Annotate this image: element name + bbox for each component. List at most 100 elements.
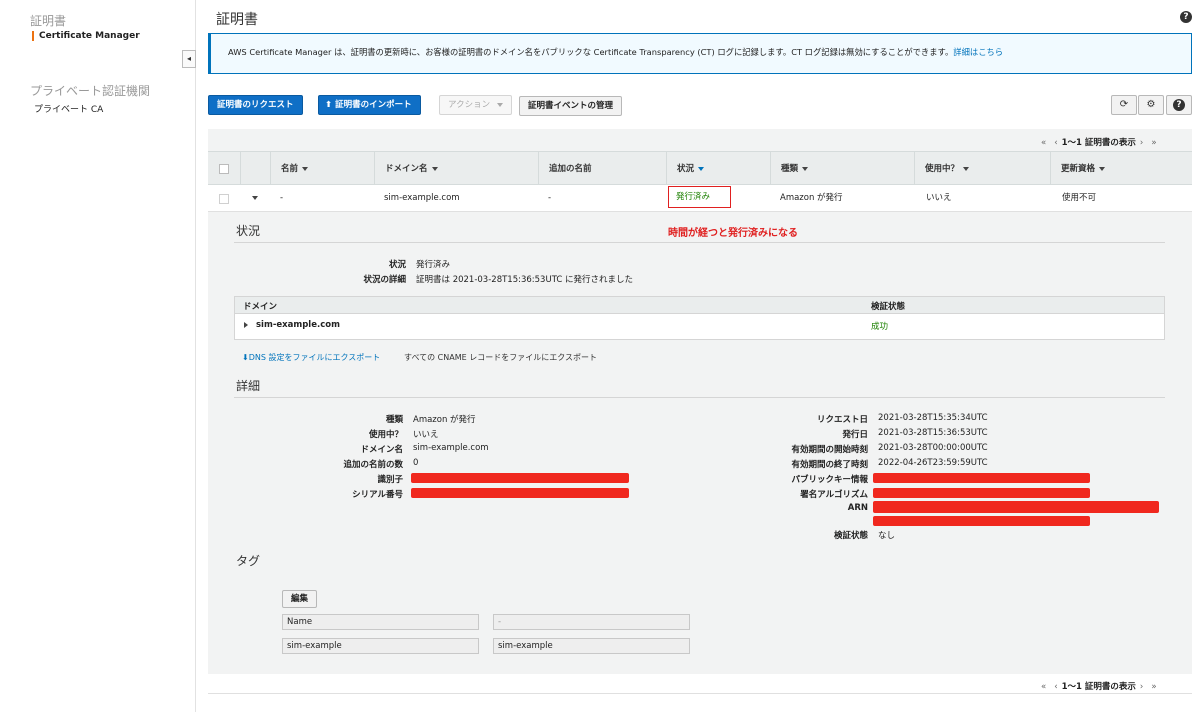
learn-more-link[interactable]: 詳細はこちら bbox=[953, 47, 1003, 57]
sort-caret-icon bbox=[802, 166, 809, 171]
last-page-icon[interactable]: » bbox=[1151, 682, 1156, 692]
tags-section-title: タグ bbox=[236, 554, 261, 568]
detail-not-after-key: 有効期間の終了時刻 bbox=[791, 460, 868, 470]
detail-identifier-key: 識別子 bbox=[377, 475, 403, 485]
cell-domain: sim-example.com bbox=[384, 193, 460, 203]
tag-value-header: - bbox=[493, 614, 690, 630]
cell-name: - bbox=[280, 193, 284, 203]
column-renewal-label: 更新資格 bbox=[1061, 164, 1096, 174]
edit-tags-button[interactable]: 編集 bbox=[282, 590, 318, 608]
detail-issued-date-key: 発行日 bbox=[842, 430, 868, 440]
domain-header: ドメイン bbox=[243, 302, 278, 312]
request-certificate-button[interactable]: 証明書のリクエスト bbox=[208, 95, 303, 115]
column-in-use[interactable]: 使用中？ bbox=[914, 152, 1050, 186]
table-header: 名前 ドメイン名 追加の名前 状況 種類 使用中？ 更新資格 bbox=[208, 151, 1192, 186]
column-renewal[interactable]: 更新資格 bbox=[1050, 152, 1192, 186]
chevron-right-icon[interactable] bbox=[244, 322, 248, 328]
column-additional-names: 追加の名前 bbox=[538, 152, 666, 186]
detail-domain-value: sim-example.com bbox=[413, 443, 489, 453]
status-section-title: 状況 bbox=[236, 224, 261, 238]
export-dns-label: DNS 設定をファイルにエクスポート bbox=[248, 353, 381, 362]
detail-type-key: 種類 bbox=[385, 415, 403, 425]
domain-row[interactable]: sim-example.com 成功 bbox=[235, 314, 1164, 339]
sidebar-section-certificates: 証明書 bbox=[30, 14, 67, 28]
validation-header: 検証状態 bbox=[871, 302, 906, 312]
column-type-label: 種類 bbox=[781, 164, 799, 174]
column-in-use-label: 使用中？ bbox=[925, 164, 960, 174]
redacted-arn-line1 bbox=[873, 501, 1159, 513]
detail-not-before-key: 有効期間の開始時刻 bbox=[791, 445, 868, 455]
prev-page-icon[interactable]: ‹ bbox=[1054, 138, 1057, 148]
first-page-icon[interactable]: « bbox=[1041, 138, 1046, 148]
tag-key-field: sim-example bbox=[282, 638, 479, 654]
cell-type: Amazon が発行 bbox=[780, 193, 843, 203]
detail-not-after-value: 2022-04-26T23:59:59UTC bbox=[878, 458, 988, 468]
details-section-title: 詳細 bbox=[236, 379, 261, 393]
redacted-identifier bbox=[411, 473, 629, 483]
detail-type-value: Amazon が発行 bbox=[413, 415, 476, 425]
prev-page-icon[interactable]: ‹ bbox=[1054, 682, 1057, 692]
next-page-icon[interactable]: › bbox=[1140, 138, 1143, 148]
column-domain[interactable]: ドメイン名 bbox=[374, 152, 538, 186]
detail-validation-key: 検証状態 bbox=[833, 531, 868, 541]
expand-row-icon[interactable] bbox=[252, 185, 258, 212]
import-certificate-label: 証明書のインポート bbox=[335, 100, 412, 110]
domain-validation-table: ドメイン 検証状態 sim-example.com 成功 bbox=[234, 296, 1165, 340]
upload-icon: ⬆ bbox=[325, 100, 333, 110]
help-button[interactable]: ? bbox=[1166, 95, 1192, 115]
actions-label: アクション bbox=[448, 100, 491, 110]
annotation-note: 時間が経つと発行済みになる bbox=[668, 228, 798, 239]
column-status-label: 状況 bbox=[677, 164, 695, 174]
question-icon: ? bbox=[1173, 99, 1185, 111]
column-type[interactable]: 種類 bbox=[770, 152, 914, 186]
status-value: 発行済み bbox=[416, 260, 451, 270]
sort-caret-icon bbox=[302, 166, 309, 171]
page-title: 証明書 bbox=[216, 12, 258, 28]
chevron-down-icon bbox=[496, 102, 503, 107]
pagination-label: 1〜1 証明書の表示 bbox=[1061, 682, 1136, 692]
divider bbox=[234, 242, 1165, 243]
redacted-signature bbox=[873, 488, 1090, 498]
validation-status: 成功 bbox=[871, 322, 889, 332]
manage-certificate-events-button[interactable]: 証明書イベントの管理 bbox=[519, 96, 623, 116]
help-icon[interactable]: ? bbox=[1180, 11, 1192, 23]
next-page-icon[interactable]: › bbox=[1140, 682, 1143, 692]
detail-validation-value: なし bbox=[878, 531, 896, 541]
sidebar-item-private-ca[interactable]: プライベート CA bbox=[34, 102, 103, 115]
detail-domain-key: ドメイン名 bbox=[360, 445, 403, 455]
first-page-icon[interactable]: « bbox=[1041, 682, 1046, 692]
column-name-label: 名前 bbox=[281, 164, 299, 174]
column-domain-label: ドメイン名 bbox=[385, 164, 428, 174]
detail-in-use-value: いいえ bbox=[413, 430, 439, 440]
status-detail-value: 証明書は 2021-03-28T15:36:53UTC に発行されました bbox=[416, 275, 634, 285]
last-page-icon[interactable]: » bbox=[1151, 138, 1156, 148]
sort-caret-icon bbox=[1099, 166, 1106, 171]
tag-key-header: Name bbox=[282, 614, 479, 630]
detail-serial-key: シリアル番号 bbox=[352, 490, 403, 500]
detail-issued-date-value: 2021-03-28T15:36:53UTC bbox=[878, 428, 988, 438]
import-certificate-button[interactable]: ⬆ 証明書のインポート bbox=[318, 95, 421, 115]
detail-not-before-value: 2021-03-28T00:00:00UTC bbox=[878, 443, 988, 453]
sort-caret-icon bbox=[963, 166, 970, 171]
collapse-sidebar-icon[interactable]: ◂ bbox=[182, 50, 196, 68]
sidebar-item-certificate-manager[interactable]: Certificate Manager bbox=[32, 31, 140, 41]
refresh-icon[interactable]: ⟳ bbox=[1111, 95, 1137, 115]
domain-table-header: ドメイン 検証状態 bbox=[235, 297, 1164, 314]
export-dns-link[interactable]: ⬇DNS 設定をファイルにエクスポート bbox=[242, 352, 380, 363]
row-checkbox[interactable] bbox=[219, 194, 229, 204]
detail-request-date-key: リクエスト日 bbox=[816, 415, 868, 425]
redacted-arn-line2 bbox=[873, 516, 1090, 526]
detail-signature-key: 署名アルゴリズム bbox=[800, 490, 868, 500]
export-cname-link[interactable]: すべての CNAME レコードをファイルにエクスポート bbox=[404, 352, 597, 363]
detail-public-key-key: パブリックキー情報 bbox=[791, 475, 868, 485]
pagination-top: « ‹ 1〜1 証明書の表示 › » bbox=[1037, 136, 1161, 148]
column-name[interactable]: 名前 bbox=[270, 152, 374, 186]
select-all-checkbox[interactable] bbox=[219, 164, 229, 174]
detail-arn-key: ARN bbox=[847, 503, 868, 513]
gear-icon[interactable]: ⚙ bbox=[1138, 95, 1164, 115]
detail-additional-count-value: 0 bbox=[413, 458, 419, 468]
actions-dropdown[interactable]: アクション bbox=[439, 95, 512, 115]
sort-caret-icon bbox=[431, 166, 438, 171]
divider bbox=[208, 693, 1192, 694]
column-status[interactable]: 状況 bbox=[666, 152, 770, 186]
